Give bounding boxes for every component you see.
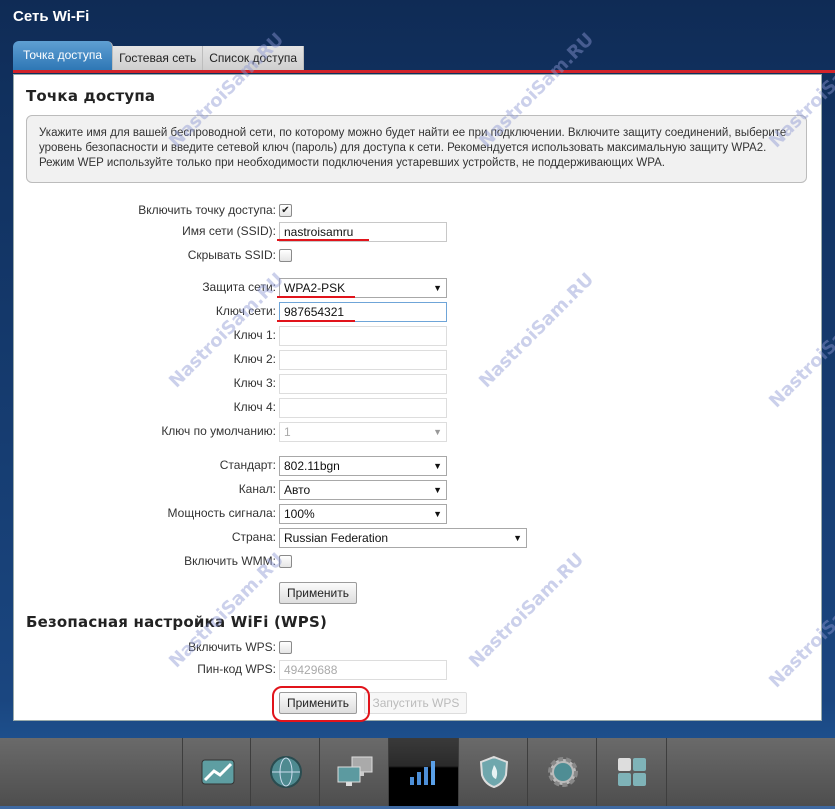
- tab-bar: Точка доступа Гостевая сеть Список досту…: [13, 41, 304, 70]
- chevron-down-icon: ▼: [433, 485, 442, 495]
- key1-row: Ключ 1:: [14, 326, 821, 346]
- dock-item-monitor[interactable]: [182, 738, 252, 806]
- security-row: Защита сети: WPA2-PSK ▼: [14, 278, 821, 298]
- info-box: Укажите имя для вашей беспроводной сети,…: [26, 115, 807, 183]
- computers-icon: [337, 756, 372, 786]
- chevron-down-icon: ▼: [433, 283, 442, 293]
- dock-item-home-network[interactable]: [319, 738, 389, 806]
- key3-row: Ключ 3:: [14, 374, 821, 394]
- apply-button[interactable]: Применить: [279, 582, 358, 604]
- power-label: Мощность сигнала:: [167, 506, 276, 520]
- wps-pin-label: Пин-код WPS:: [197, 662, 276, 676]
- channel-label: Канал:: [238, 482, 276, 496]
- key2-input[interactable]: [279, 350, 447, 370]
- wmm-label: Включить WMM:: [184, 554, 276, 568]
- chart-icon: [201, 759, 234, 785]
- key3-input[interactable]: [279, 374, 447, 394]
- annotation-underline: [277, 239, 369, 241]
- channel-select[interactable]: Авто ▼: [279, 480, 447, 500]
- security-value: WPA2-PSK: [284, 281, 346, 295]
- security-select[interactable]: WPA2-PSK ▼: [279, 278, 447, 298]
- hide-ssid-label: Скрывать SSID:: [187, 248, 276, 262]
- tab-guest-network[interactable]: Гостевая сеть: [113, 46, 204, 70]
- wps-enable-row: Включить WPS:: [14, 638, 821, 658]
- signal-bars-icon: [409, 761, 435, 785]
- grid-icon: [617, 758, 646, 786]
- power-row: Мощность сигнала: 100% ▼: [14, 504, 821, 524]
- default-key-select[interactable]: 1 ▼: [279, 422, 447, 442]
- tab-access-point[interactable]: Точка доступа: [13, 41, 114, 70]
- country-select[interactable]: Russian Federation ▼: [279, 528, 527, 548]
- annotation-underline: [277, 296, 355, 298]
- key2-row: Ключ 2:: [14, 350, 821, 370]
- ssid-row: Имя сети (SSID): nastroisamru: [14, 222, 821, 242]
- key2-label: Ключ 2:: [233, 352, 276, 366]
- default-key-value: 1: [284, 425, 291, 439]
- wps-enable-checkbox[interactable]: [279, 641, 292, 654]
- wps-pin-row: Пин-код WPS: 49429688: [14, 660, 821, 680]
- dock-item-apps[interactable]: [596, 738, 667, 806]
- shield-icon: [479, 755, 508, 789]
- chevron-down-icon: ▼: [433, 427, 442, 437]
- network-key-row: Ключ сети: 987654321: [14, 302, 821, 322]
- power-select[interactable]: 100% ▼: [279, 504, 447, 524]
- wps-buttons-row: Применить Запустить WPS: [14, 692, 821, 714]
- network-key-input[interactable]: 987654321: [279, 302, 447, 322]
- wps-start-button[interactable]: Запустить WPS: [364, 692, 468, 714]
- enable-ap-row: Включить точку доступа: ✔: [14, 201, 821, 221]
- dock-item-security[interactable]: [458, 738, 528, 806]
- key1-label: Ключ 1:: [233, 328, 276, 342]
- network-key-label: Ключ сети:: [215, 304, 276, 318]
- country-row: Страна: Russian Federation ▼: [14, 528, 821, 548]
- key1-input[interactable]: [279, 326, 447, 346]
- wps-enable-label: Включить WPS:: [188, 640, 276, 654]
- country-value: Russian Federation: [284, 531, 389, 545]
- dock-item-internet[interactable]: [250, 738, 320, 806]
- annotation-underline: [277, 320, 355, 322]
- channel-value: Авто: [284, 483, 311, 497]
- standard-label: Стандарт:: [219, 458, 276, 472]
- hide-ssid-row: Скрывать SSID:: [14, 246, 821, 266]
- chevron-down-icon: ▼: [433, 461, 442, 471]
- hide-ssid-checkbox[interactable]: [279, 249, 292, 262]
- section-title-wps: Безопасная настройка WiFi (WPS): [26, 613, 328, 631]
- country-label: Страна:: [231, 530, 276, 544]
- dock-item-wifi[interactable]: [388, 738, 458, 806]
- default-key-row: Ключ по умолчанию: 1 ▼: [14, 422, 821, 442]
- chevron-down-icon: ▼: [433, 509, 442, 519]
- standard-select[interactable]: 802.11bgn ▼: [279, 456, 447, 476]
- security-label: Защита сети:: [202, 280, 276, 294]
- key4-row: Ключ 4:: [14, 398, 821, 418]
- wmm-row: Включить WMM:: [14, 552, 821, 572]
- page-background: Сеть Wi-Fi Точка доступа Гостевая сеть С…: [0, 0, 835, 738]
- tab-divider: [13, 70, 835, 73]
- default-key-label: Ключ по умолчанию:: [161, 424, 276, 438]
- enable-ap-checkbox[interactable]: ✔: [279, 204, 292, 217]
- annotation-circle: [272, 686, 370, 722]
- page-title: Сеть Wi-Fi: [13, 8, 90, 25]
- chevron-down-icon: ▼: [513, 533, 522, 543]
- key3-label: Ключ 3:: [233, 376, 276, 390]
- enable-ap-label: Включить точку доступа:: [138, 203, 276, 217]
- bottom-dock: [0, 738, 835, 809]
- standard-value: 802.11bgn: [284, 459, 340, 473]
- gear-icon: [547, 757, 578, 787]
- wps-pin-input[interactable]: 49429688: [279, 660, 447, 680]
- section-title-access-point: Точка доступа: [26, 87, 156, 105]
- tab-access-list[interactable]: Список доступа: [203, 46, 304, 70]
- key4-label: Ключ 4:: [233, 400, 276, 414]
- wmm-checkbox[interactable]: [279, 555, 292, 568]
- ssid-label: Имя сети (SSID):: [182, 224, 276, 238]
- settings-panel: Точка доступа Укажите имя для вашей бесп…: [13, 74, 822, 722]
- apply-row: Применить: [14, 582, 821, 604]
- power-value: 100%: [284, 507, 315, 521]
- globe-icon: [269, 756, 302, 788]
- key4-input[interactable]: [279, 398, 447, 418]
- standard-row: Стандарт: 802.11bgn ▼: [14, 456, 821, 476]
- channel-row: Канал: Авто ▼: [14, 480, 821, 500]
- dock-item-system[interactable]: [527, 738, 597, 806]
